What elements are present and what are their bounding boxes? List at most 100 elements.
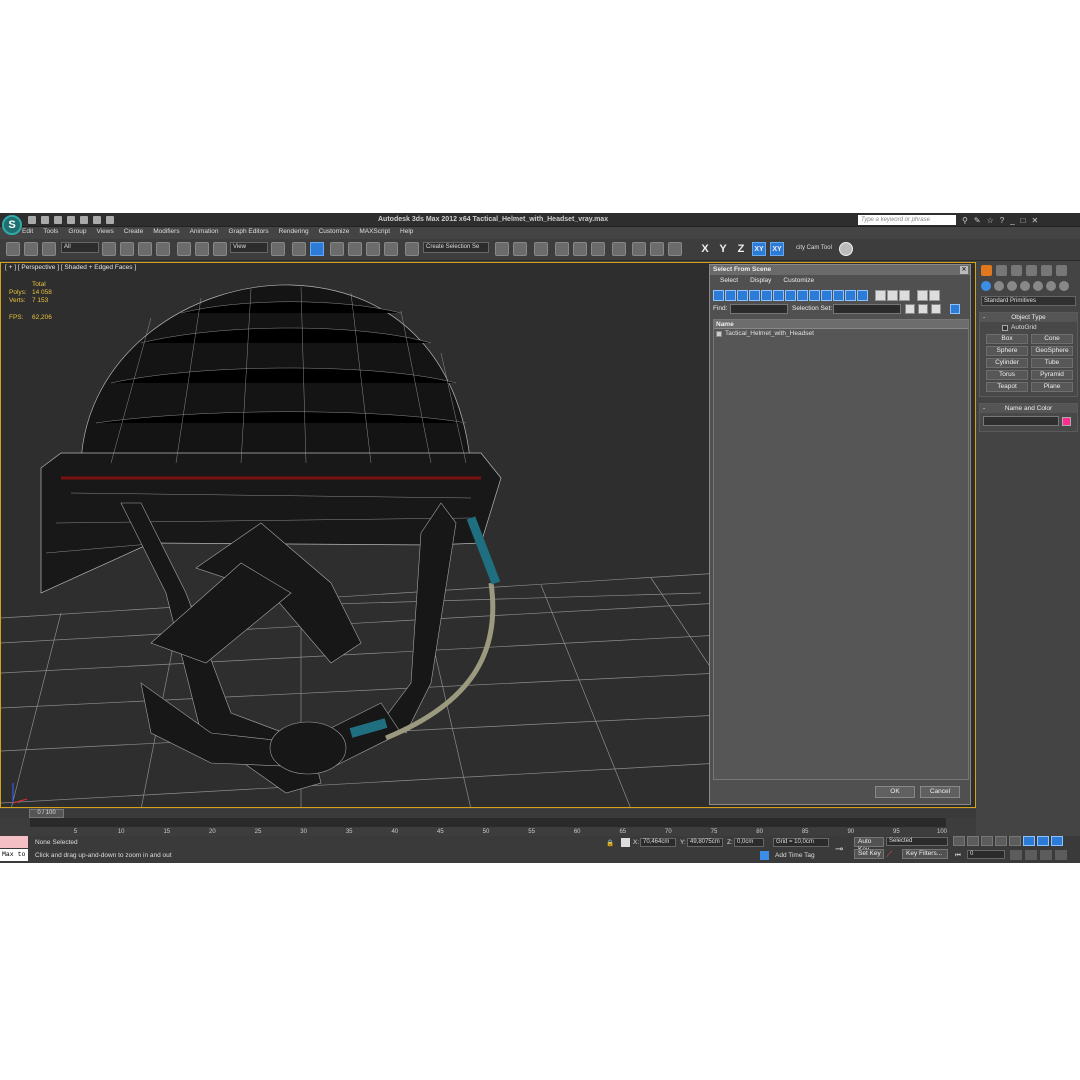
list-item[interactable]: Tactical_Helmet_with_Headset	[714, 329, 968, 339]
object-type-rollout-header[interactable]: - Object Type	[980, 313, 1077, 322]
ok-button[interactable]: OK	[875, 786, 915, 798]
menu-graph-editors[interactable]: Graph Editors	[229, 228, 269, 239]
display-tab-icon[interactable]	[1041, 265, 1052, 276]
dialog-menu-customize[interactable]: Customize	[783, 276, 814, 286]
curve-editor-icon[interactable]	[573, 242, 587, 256]
zoom-extents-icon[interactable]	[1051, 836, 1063, 846]
snaps-toggle-icon[interactable]	[330, 242, 344, 256]
display-xrefs-icon[interactable]	[797, 290, 808, 301]
menu-customize[interactable]: Customize	[319, 228, 350, 239]
display-containers-icon[interactable]	[821, 290, 832, 301]
tools-icon[interactable]: ✎	[974, 216, 981, 225]
rendered-frame-window-icon[interactable]	[650, 242, 664, 256]
z-coord-field[interactable]: 0,0cm	[734, 838, 764, 847]
spinner-snap-icon[interactable]	[384, 242, 398, 256]
restrict-x-button[interactable]: X	[698, 242, 712, 256]
y-coord-field[interactable]: 49,8075cm	[687, 838, 723, 847]
menu-modifiers[interactable]: Modifiers	[153, 228, 179, 239]
selection-set-edit-icon[interactable]	[918, 304, 928, 314]
dialog-menu-select[interactable]: Select	[720, 276, 738, 286]
cone-button[interactable]: Cone	[1031, 334, 1073, 344]
selection-set-dropdown[interactable]	[833, 304, 901, 314]
next-frame-icon[interactable]	[995, 836, 1007, 846]
display-shapes-icon[interactable]	[725, 290, 736, 301]
menu-maxscript[interactable]: MAXScript	[359, 228, 390, 239]
primitive-category-dropdown[interactable]: Standard Primitives	[981, 296, 1076, 306]
display-hidden-icon[interactable]	[845, 290, 856, 301]
torus-button[interactable]: Torus	[986, 370, 1028, 380]
key-filters-button[interactable]: Key Filters...	[902, 849, 948, 859]
schematic-view-icon[interactable]	[591, 242, 605, 256]
mirror-icon[interactable]	[495, 242, 509, 256]
menu-tools[interactable]: Tools	[43, 228, 58, 239]
select-all-icon[interactable]	[875, 290, 886, 301]
named-selection-set-dropdown[interactable]: Create Selection Se	[423, 242, 489, 253]
select-object-icon[interactable]	[102, 242, 116, 256]
go-to-start-icon[interactable]	[953, 836, 965, 846]
zoom-icon[interactable]	[1023, 836, 1035, 846]
cameras-icon[interactable]	[1020, 281, 1030, 291]
time-slider-handle[interactable]: 0 / 100	[29, 809, 64, 818]
helpers-icon[interactable]	[1033, 281, 1043, 291]
window-crossing-icon[interactable]	[156, 242, 170, 256]
help-icon[interactable]: ?	[1000, 216, 1004, 225]
create-tab-icon[interactable]	[981, 265, 992, 276]
time-slider[interactable]: 0 / 100	[0, 809, 976, 818]
menu-edit[interactable]: Edit	[22, 228, 33, 239]
plane-button[interactable]: Plane	[1031, 382, 1073, 392]
edit-named-selection-icon[interactable]	[405, 242, 419, 256]
space-warps-icon[interactable]	[1046, 281, 1056, 291]
dialog-close-icon[interactable]: ✕	[960, 266, 968, 274]
move-icon[interactable]	[177, 242, 191, 256]
workspace-icon[interactable]	[106, 216, 114, 224]
previous-frame-icon[interactable]	[967, 836, 979, 846]
redo-icon[interactable]	[80, 216, 88, 224]
select-invert-icon[interactable]	[899, 290, 910, 301]
maximize-icon[interactable]: □	[1021, 216, 1026, 225]
close-icon[interactable]: ✕	[1031, 216, 1038, 225]
select-by-name-icon[interactable]	[120, 242, 134, 256]
sphere-button[interactable]: Sphere	[986, 346, 1028, 356]
selection-set-new-icon[interactable]	[905, 304, 915, 314]
graphite-toolbar-icon[interactable]	[555, 242, 569, 256]
search-input[interactable]: Type a keyword or phrase	[858, 215, 956, 225]
app-logo-icon[interactable]: S	[2, 215, 22, 235]
utilities-tab-icon[interactable]	[1056, 265, 1067, 276]
ball-tool-icon[interactable]	[839, 242, 853, 256]
current-frame-field[interactable]: 0	[967, 850, 1005, 859]
play-icon[interactable]	[981, 836, 993, 846]
pan-view-icon[interactable]	[1025, 850, 1037, 860]
star-icon[interactable]: ☆	[987, 216, 994, 225]
menu-rendering[interactable]: Rendering	[279, 228, 309, 239]
set-key-button[interactable]: Set Key	[854, 849, 884, 859]
menu-help[interactable]: Help	[400, 228, 413, 239]
menu-group[interactable]: Group	[68, 228, 86, 239]
tube-button[interactable]: Tube	[1031, 358, 1073, 368]
open-file-icon[interactable]	[41, 216, 49, 224]
geometry-icon[interactable]	[981, 281, 991, 291]
box-button[interactable]: Box	[986, 334, 1028, 344]
go-to-end-icon[interactable]	[1009, 836, 1021, 846]
restrict-xy-button[interactable]: XY	[752, 242, 766, 256]
filter-icon[interactable]	[917, 290, 928, 301]
display-helpers-icon[interactable]	[761, 290, 772, 301]
selection-filter-dropdown[interactable]: All	[61, 242, 99, 253]
keyboard-shortcut-override-icon[interactable]	[310, 242, 324, 256]
align-icon[interactable]	[513, 242, 527, 256]
time-configuration-icon[interactable]	[1010, 850, 1022, 860]
teapot-button[interactable]: Teapot	[986, 382, 1028, 392]
display-lights-icon[interactable]	[737, 290, 748, 301]
select-none-icon[interactable]	[887, 290, 898, 301]
select-manipulate-icon[interactable]	[292, 242, 306, 256]
menu-animation[interactable]: Animation	[190, 228, 219, 239]
column-header-name[interactable]: Name	[714, 320, 968, 329]
cancel-button[interactable]: Cancel	[920, 786, 960, 798]
find-input[interactable]	[730, 304, 788, 314]
project-folder-icon[interactable]	[93, 216, 101, 224]
restrict-z-button[interactable]: Z	[734, 242, 748, 256]
object-color-swatch[interactable]	[1062, 416, 1071, 426]
material-editor-icon[interactable]	[612, 242, 626, 256]
motion-tab-icon[interactable]	[1026, 265, 1037, 276]
pyramid-button[interactable]: Pyramid	[1031, 370, 1073, 380]
systems-icon[interactable]	[1059, 281, 1069, 291]
